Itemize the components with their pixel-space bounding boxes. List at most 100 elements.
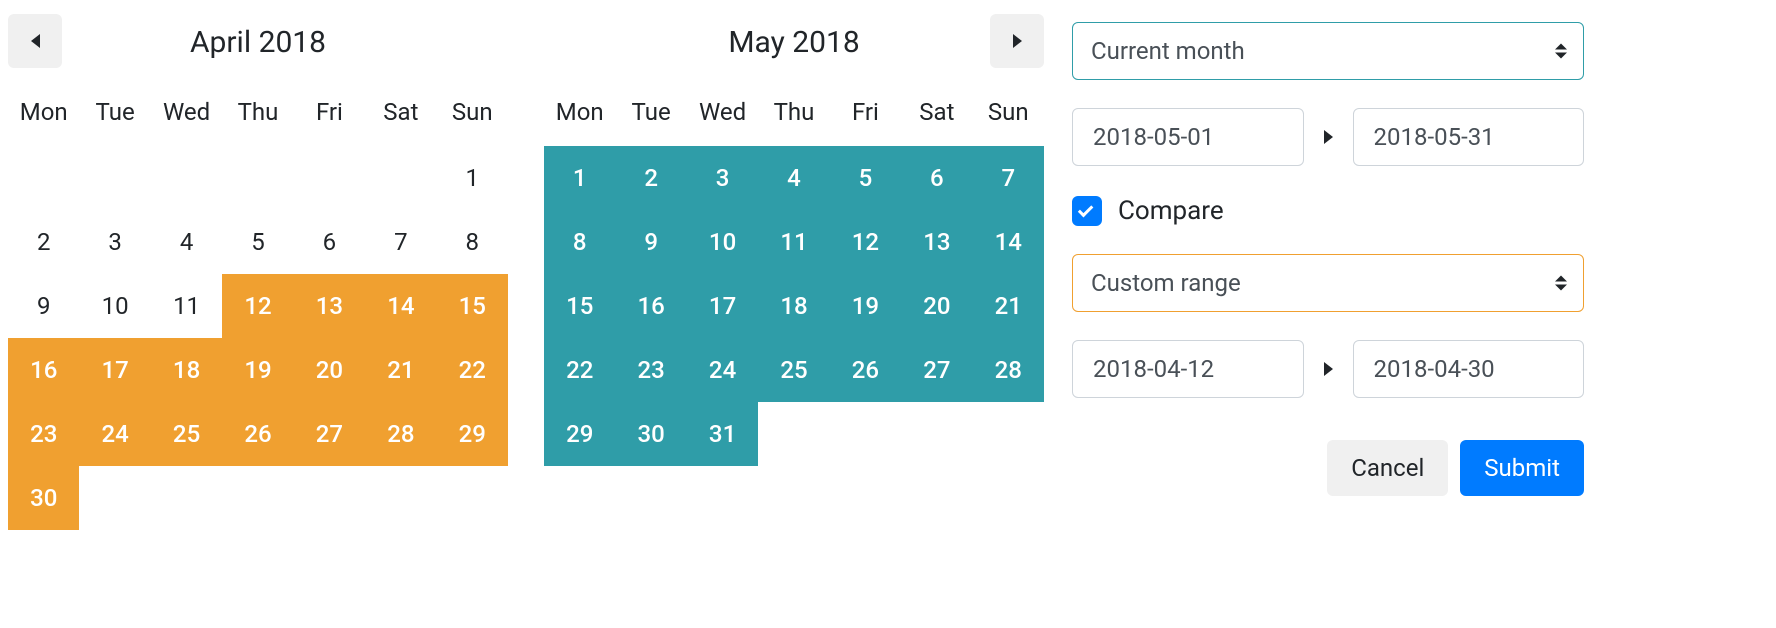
calendar-day[interactable]: 13 <box>294 274 365 338</box>
calendar-day[interactable]: 16 <box>8 338 79 402</box>
calendar-day[interactable]: 25 <box>758 338 829 402</box>
calendar-day[interactable]: 9 <box>8 274 79 338</box>
calendar-right: May 2018 MonTueWedThuFriSatSun 123456789… <box>544 10 1044 530</box>
calendar-day[interactable]: 2 <box>615 146 686 210</box>
calendar-day[interactable]: 30 <box>8 466 79 530</box>
calendar-day[interactable]: 6 <box>901 146 972 210</box>
check-icon <box>1078 202 1094 218</box>
calendar-left-grid: 1234567891011121314151617181920212223242… <box>8 146 508 530</box>
range-arrow-icon <box>1324 362 1333 376</box>
weekday-label: Thu <box>758 92 829 132</box>
calendar-day[interactable]: 14 <box>973 210 1044 274</box>
calendar-day[interactable]: 26 <box>830 338 901 402</box>
calendar-day[interactable]: 12 <box>830 210 901 274</box>
calendar-day[interactable]: 28 <box>365 402 436 466</box>
chevron-right-icon <box>1013 34 1022 48</box>
calendar-day[interactable]: 4 <box>758 146 829 210</box>
calendar-day[interactable]: 21 <box>973 274 1044 338</box>
range-arrow-icon <box>1324 130 1333 144</box>
calendar-day[interactable]: 11 <box>151 274 222 338</box>
calendar-day[interactable]: 5 <box>222 210 293 274</box>
weekday-label: Thu <box>222 92 293 132</box>
calendar-day[interactable]: 27 <box>901 338 972 402</box>
weekday-label: Sat <box>365 92 436 132</box>
calendar-day[interactable]: 9 <box>615 210 686 274</box>
calendar-day[interactable]: 3 <box>79 210 150 274</box>
calendar-day[interactable]: 23 <box>615 338 686 402</box>
submit-button[interactable]: Submit <box>1460 440 1584 496</box>
calendar-day[interactable]: 5 <box>830 146 901 210</box>
calendar-day[interactable]: 22 <box>544 338 615 402</box>
weekday-label: Tue <box>79 92 150 132</box>
calendar-day[interactable]: 1 <box>437 146 508 210</box>
calendar-day[interactable]: 7 <box>973 146 1044 210</box>
primary-start-input[interactable]: 2018-05-01 <box>1072 108 1304 166</box>
compare-checkbox[interactable] <box>1072 196 1102 226</box>
weekday-label: Wed <box>151 92 222 132</box>
calendar-day[interactable]: 30 <box>615 402 686 466</box>
calendar-day[interactable]: 24 <box>687 338 758 402</box>
calendar-day[interactable]: 22 <box>437 338 508 402</box>
calendar-day[interactable]: 8 <box>437 210 508 274</box>
submit-label: Submit <box>1484 454 1560 482</box>
calendar-day[interactable]: 2 <box>8 210 79 274</box>
calendar-day[interactable]: 15 <box>544 274 615 338</box>
calendar-day[interactable]: 10 <box>687 210 758 274</box>
primary-end-input[interactable]: 2018-05-31 <box>1353 108 1585 166</box>
calendar-right-title: May 2018 <box>728 25 859 60</box>
calendar-day[interactable]: 20 <box>294 338 365 402</box>
calendar-day[interactable]: 1 <box>544 146 615 210</box>
calendar-pair: April 2018 MonTueWedThuFriSatSun 1234567… <box>0 10 1044 530</box>
calendar-day[interactable]: 7 <box>365 210 436 274</box>
calendar-day[interactable]: 21 <box>365 338 436 402</box>
calendar-day[interactable]: 29 <box>544 402 615 466</box>
cancel-button[interactable]: Cancel <box>1327 440 1448 496</box>
calendar-blank-cell <box>294 146 365 210</box>
calendar-day[interactable]: 28 <box>973 338 1044 402</box>
weekday-label: Tue <box>615 92 686 132</box>
calendar-day[interactable]: 16 <box>615 274 686 338</box>
calendar-day[interactable]: 31 <box>687 402 758 466</box>
calendar-blank-cell <box>151 146 222 210</box>
weekday-label: Fri <box>830 92 901 132</box>
primary-start-value: 2018-05-01 <box>1093 123 1214 151</box>
preset-compare-select[interactable]: Custom range <box>1072 254 1584 312</box>
calendar-day[interactable]: 12 <box>222 274 293 338</box>
compare-start-input[interactable]: 2018-04-12 <box>1072 340 1304 398</box>
calendar-day[interactable]: 18 <box>758 274 829 338</box>
calendar-day[interactable]: 20 <box>901 274 972 338</box>
compare-end-input[interactable]: 2018-04-30 <box>1353 340 1585 398</box>
prev-month-button[interactable] <box>8 14 62 68</box>
calendar-day[interactable]: 13 <box>901 210 972 274</box>
weekday-label: Sun <box>437 92 508 132</box>
calendar-day[interactable]: 19 <box>222 338 293 402</box>
calendar-day[interactable]: 23 <box>8 402 79 466</box>
calendar-day[interactable]: 14 <box>365 274 436 338</box>
calendar-day[interactable]: 11 <box>758 210 829 274</box>
chevron-left-icon <box>31 34 40 48</box>
calendar-day[interactable]: 8 <box>544 210 615 274</box>
weekday-header: MonTueWedThuFriSatSun <box>544 92 1044 132</box>
weekday-label: Mon <box>8 92 79 132</box>
calendar-day[interactable]: 25 <box>151 402 222 466</box>
calendar-day[interactable]: 29 <box>437 402 508 466</box>
calendar-day[interactable]: 6 <box>294 210 365 274</box>
calendar-day[interactable]: 4 <box>151 210 222 274</box>
next-month-button[interactable] <box>990 14 1044 68</box>
calendar-day[interactable]: 24 <box>79 402 150 466</box>
calendar-day[interactable]: 18 <box>151 338 222 402</box>
weekday-label: Sun <box>973 92 1044 132</box>
calendar-blank-cell <box>222 146 293 210</box>
calendar-day[interactable]: 3 <box>687 146 758 210</box>
calendar-day[interactable]: 17 <box>687 274 758 338</box>
calendar-day[interactable]: 19 <box>830 274 901 338</box>
calendar-day[interactable]: 26 <box>222 402 293 466</box>
calendar-day[interactable]: 17 <box>79 338 150 402</box>
weekday-label: Fri <box>294 92 365 132</box>
calendar-day[interactable]: 27 <box>294 402 365 466</box>
calendar-left-title: April 2018 <box>190 25 326 60</box>
calendar-day[interactable]: 15 <box>437 274 508 338</box>
preset-primary-select[interactable]: Current month <box>1072 22 1584 80</box>
calendar-left: April 2018 MonTueWedThuFriSatSun 1234567… <box>8 10 508 530</box>
calendar-day[interactable]: 10 <box>79 274 150 338</box>
